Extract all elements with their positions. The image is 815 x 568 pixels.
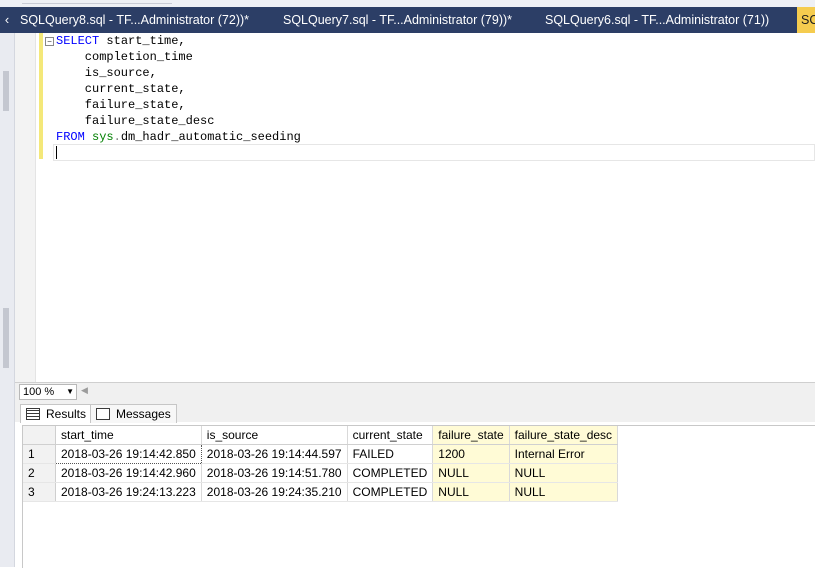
left-panel-scrollbar-thumb[interactable] [3,71,9,111]
grid-icon [26,407,40,420]
messages-icon [96,407,110,420]
document-tab-bar: ‹ SQLQuery8.sql - TF...Administrator (72… [0,7,815,33]
cell-start-time[interactable]: 2018-03-26 19:24:13.223 [55,482,202,502]
row-number[interactable]: 2 [23,463,56,483]
cell-is-source[interactable]: 2018-03-26 19:14:44.597 [201,444,348,464]
table-row[interactable]: 3 2018-03-26 19:24:13.223 2018-03-26 19:… [23,482,619,502]
cell-failure-state-desc[interactable]: NULL [509,463,619,483]
code-line-2: completion_time [56,50,193,64]
tab-active-query[interactable]: SC [797,7,815,33]
menu-strip-divider [22,0,172,4]
column-header-failure-state[interactable]: failure_state [432,426,510,445]
cell-failure-state-desc[interactable]: NULL [509,482,619,502]
tab-results-label: Results [46,407,87,421]
sql-code[interactable]: SELECT start_time, completion_time is_so… [56,33,301,145]
table-row[interactable]: 2 2018-03-26 19:14:42.960 2018-03-26 19:… [23,463,619,483]
left-panel-scrollbar-thumb-lower[interactable] [3,308,9,368]
cell-start-time[interactable]: 2018-03-26 19:14:42.960 [55,463,202,483]
dot-separator: . [113,130,121,144]
text-caret [56,146,57,159]
change-tracking-bar [39,33,43,159]
cell-current-state[interactable]: FAILED [347,444,434,464]
tab-sqlquery7[interactable]: SQLQuery7.sql - TF...Administrator (79))… [283,7,512,33]
column-header-start-time[interactable]: start_time [55,426,202,445]
zoom-value: 100 % [23,386,55,398]
column-header-failure-state-desc[interactable]: failure_state_desc [509,426,619,445]
header-row: start_time is_source current_state failu… [23,426,619,445]
cell-is-source[interactable]: 2018-03-26 19:24:35.210 [201,482,348,502]
current-line-highlight [53,144,815,161]
code-line-4: current_state, [56,82,186,96]
table-row[interactable]: 1 2018-03-26 19:14:42.850 2018-03-26 19:… [23,444,619,464]
code-line-6: failure_state_desc [56,114,215,128]
schema-name: sys [92,130,114,144]
cell-failure-state-desc[interactable]: Internal Error [509,444,619,464]
keyword-select: SELECT [56,34,100,48]
outline-collapse-icon[interactable]: − [45,37,54,46]
column-header-is-source[interactable]: is_source [201,426,348,445]
tab-scroll-left-icon[interactable]: ‹ [0,7,14,33]
cell-failure-state[interactable]: 1200 [432,444,510,464]
results-grid[interactable]: start_time is_source current_state failu… [22,425,815,568]
left-side-panel [0,33,15,567]
cell-current-state[interactable]: COMPLETED [347,482,434,502]
tab-messages-label: Messages [116,407,171,421]
zoom-dropdown[interactable]: 100 % ▼ [19,384,77,400]
object-name: dm_hadr_automatic_seeding [120,130,301,144]
hscroll-left-icon[interactable]: ◀ [81,385,88,396]
tab-sqlquery6[interactable]: SQLQuery6.sql - TF...Administrator (71)) [545,7,769,33]
editor-status-bar: 100 % ▼ ◀ [15,382,815,400]
cell-is-source[interactable]: 2018-03-26 19:14:51.780 [201,463,348,483]
results-tab-strip: Results Messages [15,400,815,423]
results-table: start_time is_source current_state failu… [23,426,619,502]
keyword-from: FROM [56,130,85,144]
column-header-current-state[interactable]: current_state [347,426,434,445]
row-number[interactable]: 1 [23,444,56,464]
cell-current-state[interactable]: COMPLETED [347,463,434,483]
cell-failure-state[interactable]: NULL [432,463,510,483]
query-editor[interactable]: − SELECT start_time, completion_time is_… [15,33,815,382]
code-line-3: is_source, [56,66,157,80]
tab-messages[interactable]: Messages [90,404,177,423]
row-number[interactable]: 3 [23,482,56,502]
tab-results[interactable]: Results [20,404,93,423]
code-line-1: start_time, [99,34,186,48]
cell-failure-state[interactable]: NULL [432,482,510,502]
tab-sqlquery8[interactable]: SQLQuery8.sql - TF...Administrator (72))… [20,7,249,33]
editor-margin [15,33,36,382]
code-line-5: failure_state, [56,98,186,112]
cell-start-time[interactable]: 2018-03-26 19:14:42.850 [55,444,202,464]
chevron-down-icon: ▼ [66,387,74,396]
row-number-header[interactable] [23,426,56,445]
menu-strip [0,0,815,7]
